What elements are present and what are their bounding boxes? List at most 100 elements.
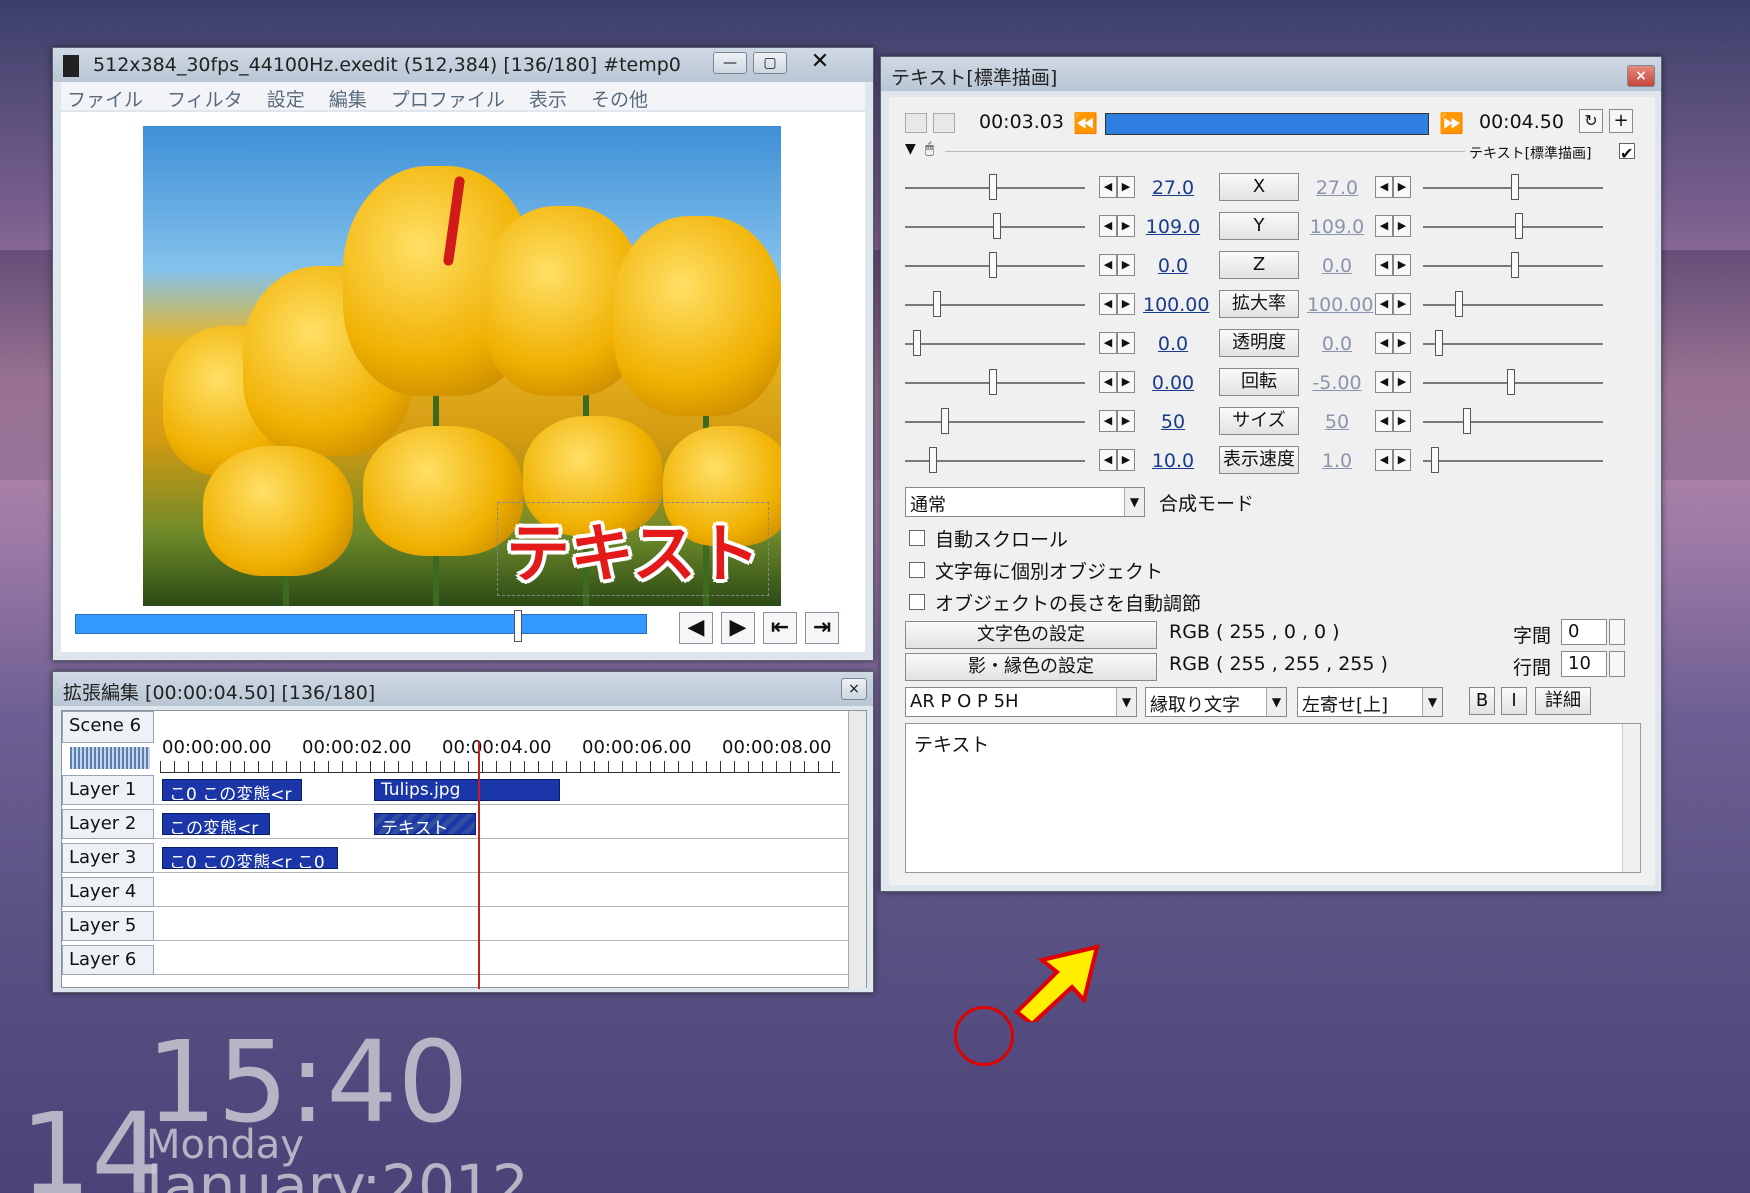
line-spacing-input[interactable]: 10	[1561, 651, 1607, 677]
menu-file[interactable]: ファイル	[67, 89, 143, 111]
auto-length-checkbox[interactable]	[909, 594, 925, 610]
param-knob-left[interactable]	[933, 291, 941, 317]
param-inc-button[interactable]: ▶	[1393, 410, 1411, 432]
param-slider-right[interactable]	[1423, 460, 1603, 462]
preview-overlay-text[interactable]: テキスト	[497, 502, 770, 596]
add-filter-icon[interactable]: +	[1609, 109, 1633, 133]
timeline-close-button[interactable]: ×	[841, 678, 867, 700]
maximize-button[interactable]: ▢	[753, 52, 787, 74]
param-inc-button[interactable]: ▶	[1393, 254, 1411, 276]
blend-mode-select[interactable]: 通常 ▼	[905, 487, 1145, 517]
menu-view[interactable]: 表示	[529, 89, 567, 111]
param-button[interactable]: 回転	[1219, 368, 1299, 396]
param-value-right[interactable]: 50	[1307, 411, 1367, 433]
param-inc-button[interactable]: ▶	[1393, 176, 1411, 198]
text-content-area[interactable]: テキスト	[905, 723, 1641, 873]
param-value-left[interactable]: 27.0	[1143, 177, 1203, 199]
param-dec-button[interactable]: ◀	[1099, 254, 1117, 276]
properties-close-button[interactable]: ×	[1627, 65, 1655, 87]
param-inc-button[interactable]: ▶	[1393, 215, 1411, 237]
preview-image[interactable]: テキスト	[143, 126, 781, 606]
timeline-clip-selected[interactable]: テキスト	[374, 813, 476, 835]
timeline-clip[interactable]: こ0 この変態<r こ0	[162, 847, 338, 869]
param-button[interactable]: Y	[1219, 212, 1299, 240]
param-value-left[interactable]: 10.0	[1143, 450, 1203, 472]
filter-enable-checkbox[interactable]: ✔	[1619, 143, 1635, 163]
go-start-button[interactable]: ⇤	[763, 612, 797, 644]
param-value-right[interactable]: 0.0	[1307, 333, 1367, 355]
param-slider-right[interactable]	[1423, 343, 1603, 345]
text-scrollbar[interactable]	[1622, 724, 1640, 872]
param-knob-right[interactable]	[1507, 369, 1515, 395]
param-knob-right[interactable]	[1515, 213, 1523, 239]
font-select[interactable]: AR P O P 5H ▼	[905, 687, 1137, 717]
timeline-titlebar[interactable]: 拡張編集 [00:00:04.50] [136/180]	[53, 672, 873, 706]
param-knob-left[interactable]	[929, 447, 937, 473]
go-end-button[interactable]: ⇥	[805, 612, 839, 644]
param-dec-button[interactable]: ◀	[1375, 176, 1393, 198]
param-knob-left[interactable]	[913, 330, 921, 356]
bold-button[interactable]: B	[1469, 687, 1495, 715]
param-inc-button[interactable]: ▶	[1117, 293, 1135, 315]
line-spacing-spinner[interactable]	[1609, 651, 1625, 677]
param-knob-right[interactable]	[1431, 447, 1439, 473]
param-dec-button[interactable]: ◀	[1375, 371, 1393, 393]
param-inc-button[interactable]: ▶	[1117, 254, 1135, 276]
refresh-icon[interactable]: ↻	[1579, 109, 1603, 133]
timeline-scrollbar[interactable]	[848, 711, 866, 989]
align-select[interactable]: 左寄せ[上] ▼	[1297, 687, 1443, 717]
param-knob-left[interactable]	[989, 252, 997, 278]
layer-label[interactable]: Layer 4	[62, 877, 154, 907]
close-button[interactable]: ✕	[793, 51, 847, 74]
menu-filter[interactable]: フィルタ	[167, 89, 243, 111]
char-spacing-spinner[interactable]	[1609, 619, 1625, 645]
param-value-left[interactable]: 0.00	[1143, 372, 1203, 394]
param-value-left[interactable]: 109.0	[1143, 216, 1203, 238]
next-frame-button[interactable]: ▶	[721, 612, 755, 644]
param-knob-left[interactable]	[989, 369, 997, 395]
param-dec-button[interactable]: ◀	[1375, 410, 1393, 432]
param-value-left[interactable]: 0.0	[1143, 255, 1203, 277]
param-inc-button[interactable]: ▶	[1117, 410, 1135, 432]
param-value-left[interactable]: 100.00	[1143, 294, 1209, 316]
timeline-clip[interactable]: Tulips.jpg	[374, 779, 560, 801]
preview-titlebar[interactable]: 512x384_30fps_44100Hz.exedit (512,384) […	[53, 48, 873, 82]
menu-profile[interactable]: プロファイル	[391, 89, 505, 111]
param-inc-button[interactable]: ▶	[1393, 371, 1411, 393]
playhead-line[interactable]	[478, 741, 480, 989]
param-knob-left[interactable]	[993, 213, 1001, 239]
mouse-icon[interactable]: 🖱	[925, 139, 934, 157]
layer-label[interactable]: Layer 1	[62, 775, 154, 805]
menu-settings[interactable]: 設定	[267, 89, 305, 111]
param-inc-button[interactable]: ▶	[1117, 215, 1135, 237]
param-button[interactable]: 透明度	[1219, 329, 1299, 357]
param-inc-button[interactable]: ▶	[1393, 293, 1411, 315]
scene-selector[interactable]: Scene 6	[62, 711, 154, 743]
param-button[interactable]: Z	[1219, 251, 1299, 279]
preview-seek-bar[interactable]	[75, 614, 647, 634]
collapse-triangle-icon[interactable]: ▼	[905, 141, 916, 157]
preview-seek-knob[interactable]	[514, 610, 522, 642]
auto-scroll-checkbox[interactable]	[909, 530, 925, 546]
text-color-button[interactable]: 文字色の設定	[905, 621, 1157, 649]
param-knob-left[interactable]	[989, 174, 997, 200]
param-slider-left[interactable]	[905, 304, 1085, 306]
timeline-clip[interactable]: この変態<r	[162, 813, 270, 835]
param-button[interactable]: サイズ	[1219, 407, 1299, 435]
italic-button[interactable]: I	[1501, 687, 1527, 715]
param-knob-right[interactable]	[1455, 291, 1463, 317]
param-dec-button[interactable]: ◀	[1099, 449, 1117, 471]
rewind-icon[interactable]: ⏪	[1073, 111, 1098, 135]
properties-titlebar[interactable]: テキスト[標準描画]	[881, 57, 1661, 91]
param-value-right[interactable]: 0.0	[1307, 255, 1367, 277]
layer-label[interactable]: Layer 3	[62, 843, 154, 873]
prev-frame-button[interactable]: ◀	[679, 612, 713, 644]
param-dec-button[interactable]: ◀	[1375, 293, 1393, 315]
layer-label[interactable]: Layer 6	[62, 945, 154, 975]
param-dec-button[interactable]: ◀	[1099, 176, 1117, 198]
param-knob-right[interactable]	[1435, 330, 1443, 356]
param-dec-button[interactable]: ◀	[1375, 449, 1393, 471]
layer-label[interactable]: Layer 2	[62, 809, 154, 839]
param-knob-right[interactable]	[1511, 174, 1519, 200]
param-button[interactable]: X	[1219, 173, 1299, 201]
